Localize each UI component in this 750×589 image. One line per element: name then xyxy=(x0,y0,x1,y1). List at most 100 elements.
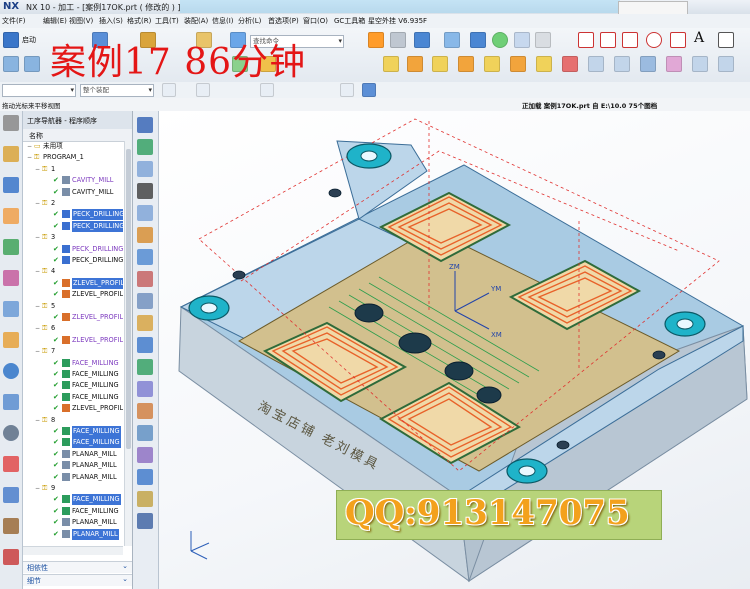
feature-icon[interactable] xyxy=(3,270,19,286)
operation-row[interactable]: ✔ FACE_MILLING xyxy=(23,358,123,369)
operation-row[interactable]: ✔ FACE_MILLING xyxy=(23,494,123,506)
assembly-filter-select[interactable]: 整个装配 xyxy=(80,84,154,97)
dimension-icon[interactable] xyxy=(718,32,734,48)
operation-row[interactable]: ✔ ZLEVEL_PROFILE xyxy=(23,289,123,300)
play-icon[interactable] xyxy=(137,337,153,353)
solid-icon[interactable] xyxy=(3,301,19,317)
operation-icon-3[interactable] xyxy=(432,56,448,72)
program-row[interactable]: − ⚿ 4 xyxy=(23,266,123,277)
tool-list-icon[interactable] xyxy=(137,425,153,441)
expand-toggle-icon[interactable]: − xyxy=(35,164,40,175)
dependencies-section[interactable]: 相依性 ⌄ xyxy=(23,561,132,573)
program-row[interactable]: − ⚿ 7 xyxy=(23,346,123,357)
create-method-icon[interactable] xyxy=(137,183,153,199)
operation-icon-1[interactable] xyxy=(383,56,399,72)
operation-icon-8[interactable] xyxy=(562,56,578,72)
menu-assemblies[interactable]: 装配(A) xyxy=(184,16,208,26)
block-icon[interactable] xyxy=(470,32,486,48)
color-icon[interactable] xyxy=(3,332,19,348)
gear-icon[interactable] xyxy=(3,115,19,131)
menu-plugin[interactable]: 星空外挂 V6.935F xyxy=(368,16,427,26)
operation-icon-13[interactable] xyxy=(692,56,708,72)
clock-icon[interactable] xyxy=(3,425,19,441)
arc-icon[interactable] xyxy=(622,32,638,48)
palette-icon[interactable] xyxy=(3,456,19,472)
operation-row[interactable]: ✔ PLANAR_MILL xyxy=(23,449,123,460)
box-icon[interactable] xyxy=(444,32,460,48)
operation-row[interactable]: ✔ ZLEVEL_PROFILE xyxy=(23,403,123,414)
circle-icon[interactable] xyxy=(646,32,662,48)
operation-row[interactable]: ✔ CAVITY_MILL xyxy=(23,187,123,198)
method-icon[interactable] xyxy=(3,239,19,255)
menu-insert[interactable]: 插入(S) xyxy=(99,16,123,26)
expand-toggle-icon[interactable]: − xyxy=(35,301,40,312)
expand-toggle-icon[interactable]: − xyxy=(35,198,40,209)
expand-toggle-icon[interactable]: − xyxy=(27,152,32,163)
operation-icon-4[interactable] xyxy=(458,56,474,72)
box-select-icon[interactable] xyxy=(362,83,376,97)
operation-row[interactable]: ✔ FACE_MILLING xyxy=(23,369,123,380)
shape-icon[interactable] xyxy=(368,32,384,48)
operation-row[interactable]: ✔ PLANAR_MILL xyxy=(23,472,123,483)
expand-toggle-icon[interactable]: − xyxy=(35,232,40,243)
menu-analysis[interactable]: 分析(L) xyxy=(238,16,261,26)
create-geometry-icon[interactable] xyxy=(137,161,153,177)
operation-row[interactable]: ✔ ZLEVEL_PROFILE xyxy=(23,312,123,323)
program-row[interactable]: − ⚿ 2 xyxy=(23,198,123,209)
operation-icon-7[interactable] xyxy=(536,56,552,72)
operation-row[interactable]: ✔ FACE_MILLING xyxy=(23,437,123,449)
operation-icon-2[interactable] xyxy=(407,56,423,72)
operation-row[interactable]: ✔ PECK_DRILLING xyxy=(23,244,123,255)
arrow-icon[interactable] xyxy=(137,469,153,485)
operation-row[interactable]: ✔ PLANAR_MILL xyxy=(23,528,123,540)
menu-view[interactable]: 视图(V) xyxy=(69,16,93,26)
program-row[interactable]: − ▭ 未用项 xyxy=(23,141,123,152)
view-cube-icon[interactable] xyxy=(414,32,430,48)
operation-row[interactable]: ✔ CAVITY_MILL xyxy=(23,175,123,186)
program-row[interactable]: − ⚿ 9 xyxy=(23,483,123,494)
type-filter-select[interactable] xyxy=(2,84,76,97)
program-row[interactable]: − ⚿ PROGRAM_1 xyxy=(23,152,123,163)
document-icon[interactable] xyxy=(3,394,19,410)
operation-row[interactable]: ✔ PLANAR_MILL xyxy=(23,517,123,528)
edge-icon[interactable] xyxy=(535,32,551,48)
operation-row[interactable]: ✔ ZLEVEL_PROFILE xyxy=(23,335,123,346)
generate-toolpath-icon[interactable] xyxy=(137,227,153,243)
name-icon[interactable] xyxy=(137,513,153,529)
pick-icon[interactable] xyxy=(260,83,274,97)
filter-icon[interactable] xyxy=(162,83,176,97)
operation-icon-14[interactable] xyxy=(718,56,734,72)
post-process-icon[interactable] xyxy=(137,271,153,287)
ordering-icon[interactable] xyxy=(137,491,153,507)
layout-icon[interactable] xyxy=(3,56,19,72)
operation-row[interactable]: ✔ FACE_MILLING xyxy=(23,506,123,517)
create-program-icon[interactable] xyxy=(137,117,153,133)
history-icon[interactable] xyxy=(3,487,19,503)
tree-scrollbar[interactable] xyxy=(124,141,132,546)
rectangle-icon[interactable] xyxy=(670,32,686,48)
program-row[interactable]: − ⚿ 8 xyxy=(23,415,123,426)
expand-toggle-icon[interactable]: − xyxy=(35,266,40,277)
menu-tools[interactable]: 工具(T) xyxy=(155,16,179,26)
expand-toggle-icon[interactable]: − xyxy=(27,141,32,152)
operation-icon-10[interactable] xyxy=(614,56,630,72)
expand-toggle-icon[interactable]: − xyxy=(35,415,40,426)
operation-row[interactable]: ✔ FACE_MILLING xyxy=(23,426,123,437)
verify-icon[interactable] xyxy=(137,249,153,265)
expand-toggle-icon[interactable]: − xyxy=(35,483,40,494)
program-row[interactable]: − ⚿ 6 xyxy=(23,323,123,334)
expand-toggle-icon[interactable]: − xyxy=(35,323,40,334)
popup-window-edge[interactable] xyxy=(618,1,688,15)
operation-row[interactable]: ✔ PECK_DRILLING xyxy=(23,209,123,221)
snap-point-icon[interactable] xyxy=(196,83,210,97)
operation-icon-11[interactable] xyxy=(640,56,656,72)
menu-information[interactable]: 信息(I) xyxy=(212,16,234,26)
menu-edit[interactable]: 编辑(E) xyxy=(43,16,67,26)
geometry-icon[interactable] xyxy=(3,208,19,224)
machine-tool-icon[interactable] xyxy=(3,177,19,193)
create-tool-icon[interactable] xyxy=(137,139,153,155)
line-icon[interactable] xyxy=(578,32,594,48)
menu-window[interactable]: 窗口(O) xyxy=(303,16,328,26)
tree-icon[interactable] xyxy=(24,56,40,72)
operation-row[interactable]: ✔ ZLEVEL_PROFILE xyxy=(23,277,123,289)
